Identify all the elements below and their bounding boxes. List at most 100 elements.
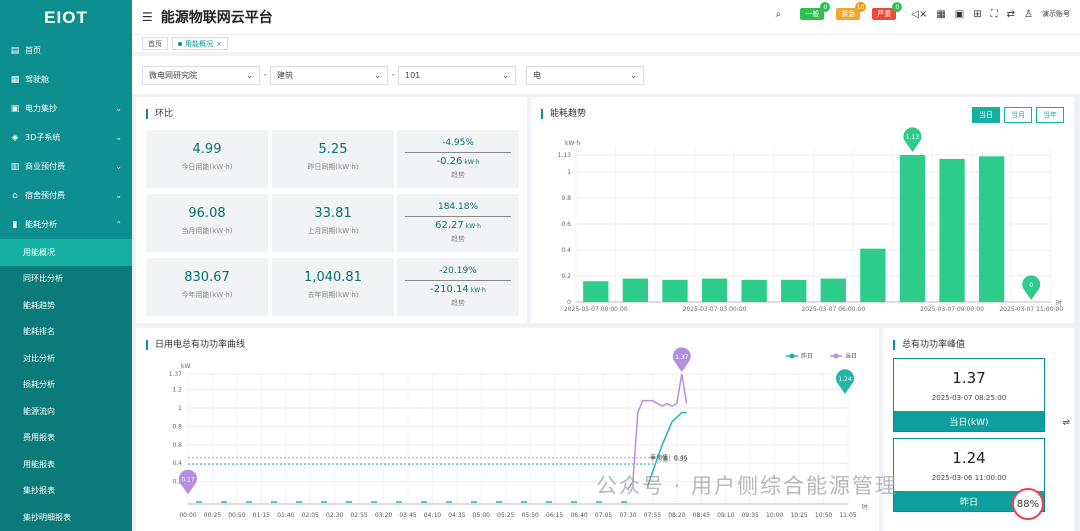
y-tick-label: 0.6: [561, 221, 571, 228]
prev-value: 5.25: [318, 142, 348, 157]
x-tick-label: 10:00: [766, 512, 783, 519]
peak-value: 1.24: [952, 449, 986, 467]
x-tick-label: 08:45: [693, 512, 710, 519]
peak-time: 2025-03-07 08:25:00: [931, 394, 1007, 402]
usage-value: 830.67: [184, 270, 230, 285]
sidebar-item-6[interactable]: ▮ 能耗分析 ⌃: [0, 210, 132, 239]
y-tick-label: 0.4: [561, 247, 571, 254]
today-min-marker-label: 0.17: [181, 476, 195, 483]
sidebar: EIOT ▤ 首页 ▦ 驾驶舱 ▣ 电力集抄 ⌄ ◈ 3D子系统 ⌄ ▥ 商业预付费 ⌄ ⌂ 宿舍预付费 ⌄ ▮…: [0, 0, 132, 531]
screen-icon[interactable]: ▣: [955, 9, 964, 20]
usage-value: 4.99: [192, 142, 222, 157]
sidebar-subitem-5[interactable]: 损耗分析: [0, 372, 132, 399]
fullscreen-icon[interactable]: ⛶: [991, 9, 998, 20]
building-select[interactable]: 建筑 ⌄: [270, 65, 388, 85]
x-tick-label: 00:50: [228, 512, 245, 519]
x-tick-label: 05:00: [473, 512, 490, 519]
x-tick-label: 05:50: [522, 512, 539, 519]
x-tick-label: 07:55: [644, 512, 661, 519]
room-select[interactable]: 101 ⌄: [398, 65, 516, 85]
trend-percent: 184.18%: [437, 202, 479, 212]
alarm-count: 0: [892, 2, 903, 12]
ratio-title: 环比: [146, 109, 173, 119]
current-usage-card: 4.99 今日用能(kW·h): [146, 130, 268, 188]
trend-diff: -210.14: [430, 284, 469, 295]
max-marker-label: 1.13: [906, 134, 920, 141]
sidebar-subitem-1[interactable]: 同环比分析: [0, 266, 132, 293]
layout-icon[interactable]: ⊞: [973, 9, 981, 20]
prev-label: 昨日同期(kW·h): [307, 163, 359, 171]
power-curve-chart: kW0.20.40.60.811.21.3700:00 00:25 00:50 01:…: [169, 347, 868, 519]
bar: [701, 278, 728, 302]
trend-unit: kW·h: [465, 223, 481, 230]
alarm-badges: 一般 0 紧急 10 严重 0: [800, 2, 903, 20]
skin-icon[interactable]: ♙: [1024, 9, 1033, 20]
sidebar-subitem-4[interactable]: 对比分析: [0, 345, 132, 372]
alarm-badge-1[interactable]: 紧急 10: [836, 2, 867, 20]
logo: EIOT: [44, 8, 88, 27]
x-tick-label: 10:25: [790, 512, 807, 519]
bar: [781, 279, 807, 302]
current-usage-card: 96.08 当月用能(kW·h): [146, 194, 268, 252]
peak-time: 2025-03-06 11:00:00: [931, 474, 1007, 482]
x-tick-label: 04:35: [448, 512, 465, 519]
bar: [820, 278, 846, 302]
sidebar-item-1[interactable]: ▦ 驾驶舱: [0, 65, 132, 94]
sidebar-subitem-7[interactable]: 费用报表: [0, 425, 132, 452]
chevron-icon: ⌃: [115, 220, 122, 229]
y-tick-label: 1.13: [558, 152, 572, 159]
sidebar-subitem-6[interactable]: 能源流向: [0, 398, 132, 425]
x-tick-label: 09:10: [717, 512, 734, 519]
header-tools: ⌕ 一般 0 紧急 10 严重 0 ◁× ▦ ▣ ⊞ ⛶ ⇄ ♙ 演示账号: [776, 2, 1070, 20]
mute-icon[interactable]: ◁×: [911, 9, 927, 20]
chevron-icon: ⌄: [115, 104, 122, 113]
y-tick-label: 1.2: [172, 387, 182, 394]
sidebar-subitem-9[interactable]: 集抄报表: [0, 478, 132, 505]
x-tick-label: 03:20: [375, 512, 392, 519]
sidebar-subitem-8[interactable]: 用能报表: [0, 451, 132, 478]
alarm-badge-2[interactable]: 严重 0: [872, 2, 903, 20]
sidebar-item-label: 驾驶舱: [25, 75, 49, 84]
sidebar-item-4[interactable]: ▥ 商业预付费 ⌄: [0, 152, 132, 181]
x-axis-unit: 时: [862, 503, 868, 511]
y-tick-label: 0.2: [561, 273, 571, 280]
previous-usage-card: 33.81 上月同期(kW·h): [272, 194, 394, 252]
sidebar-item-3[interactable]: ◈ 3D子系统 ⌄: [0, 123, 132, 152]
separator: -: [391, 70, 395, 80]
close-icon[interactable]: ×: [216, 40, 222, 48]
bar: [978, 156, 1005, 302]
grid-icon[interactable]: ▦: [936, 9, 945, 20]
x-tick-label: 07:05: [595, 512, 612, 519]
sidebar-subitem-3[interactable]: 能耗排名: [0, 319, 132, 346]
menu-toggle-icon[interactable]: ☰: [142, 10, 153, 24]
usage-label: 当月用能(kW·h): [181, 227, 233, 235]
power-panel: 日用电总有功功率曲线 kW 0.2 0.4 0.6 0.8 1 1.2 1.37 00:00 00…: [136, 328, 879, 531]
org-select[interactable]: 微电网研究院 ⌄: [142, 65, 260, 85]
chevron-down-icon: ⌄: [502, 70, 509, 80]
x-tick-label: 2025-03-07 03:00:00: [683, 306, 747, 313]
usage-value: 96.08: [188, 206, 226, 221]
sidebar-menu: ▤ 首页 ▦ 驾驶舱 ▣ 电力集抄 ⌄ ◈ 3D子系统 ⌄ ▥ 商业预付费 ⌄ ⌂ 宿舍预付费 ⌄ ▮ 能耗分析 ⌃: [0, 36, 132, 239]
sidebar-subitem-2[interactable]: 能耗趋势: [0, 292, 132, 319]
translate-icon[interactable]: ⇄: [1007, 9, 1015, 20]
menu-icon: ⌂: [12, 190, 18, 201]
previous-usage-card: 1,040.81 去年同期(kW·h): [272, 258, 394, 316]
settings-icon[interactable]: ⇌: [1062, 418, 1070, 428]
sidebar-item-label: 3D子系统: [25, 133, 61, 142]
sidebar-subitem-0[interactable]: 用能概况: [0, 239, 132, 266]
energy-type-select[interactable]: 电 ⌄: [526, 65, 644, 85]
sidebar-item-0[interactable]: ▤ 首页: [0, 36, 132, 65]
tab-home[interactable]: 首页: [142, 37, 168, 50]
alarm-badge-0[interactable]: 一般 0: [800, 2, 831, 20]
search-icon[interactable]: ⌕: [776, 9, 782, 20]
bar: [860, 248, 886, 302]
x-tick-label: 06:40: [570, 512, 587, 519]
x-tick-label: 2025-03-07 09:00:00: [920, 306, 984, 313]
account-name[interactable]: 演示账号: [1042, 9, 1070, 19]
y-tick-label: 0.6: [172, 442, 182, 449]
sidebar-item-5[interactable]: ⌂ 宿舍预付费 ⌄: [0, 181, 132, 210]
sidebar-item-2[interactable]: ▣ 电力集抄 ⌄: [0, 94, 132, 123]
sidebar-subitem-10[interactable]: 集抄明细报表: [0, 504, 132, 531]
tab-energy-overview[interactable]: 用能概况 ×: [172, 37, 228, 50]
alarm-count: 10: [854, 2, 867, 12]
